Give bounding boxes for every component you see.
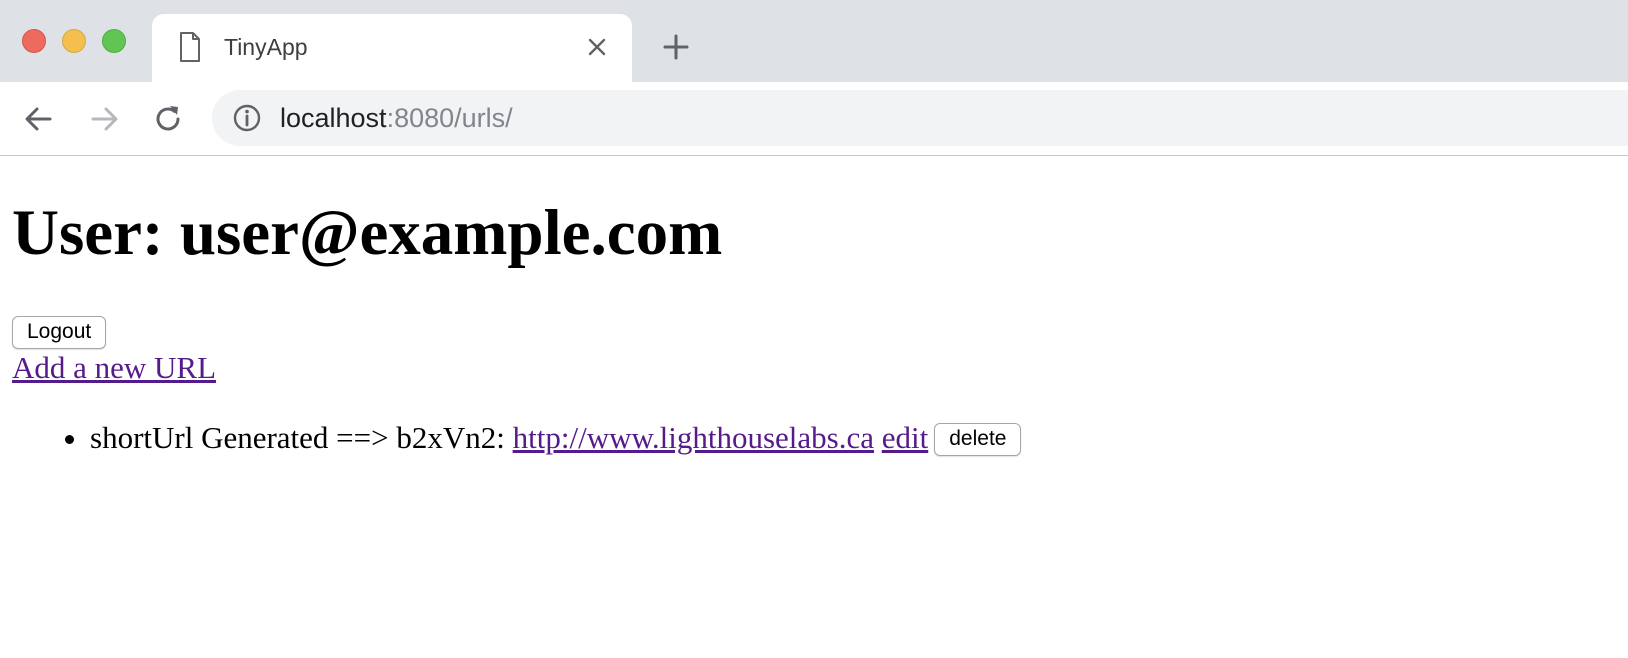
browser-tab-strip: TinyApp: [0, 0, 1628, 82]
long-url-link[interactable]: http://www.lighthouselabs.ca: [513, 420, 874, 455]
delete-button[interactable]: delete: [934, 423, 1022, 456]
edit-link[interactable]: edit: [882, 420, 929, 455]
short-url-label: shortUrl Generated ==> b2xVn2:: [90, 420, 513, 455]
window-minimize-button[interactable]: [62, 29, 86, 53]
back-arrow-icon[interactable]: [22, 102, 56, 136]
window-zoom-button[interactable]: [102, 29, 126, 53]
url-host: localhost: [280, 103, 387, 133]
window-close-button[interactable]: [22, 29, 46, 53]
browser-toolbar: localhost:8080/urls/: [0, 82, 1628, 156]
url-text[interactable]: localhost:8080/urls/: [280, 101, 513, 135]
url-list: shortUrl Generated ==> b2xVn2: http://ww…: [12, 420, 1612, 456]
reload-icon[interactable]: [151, 102, 185, 136]
plus-icon[interactable]: [663, 34, 689, 60]
document-icon: [180, 32, 200, 62]
add-new-url-link[interactable]: Add a new URL: [12, 350, 216, 386]
logout-form: Logout: [12, 316, 1612, 350]
page-content: User: user@example.com Logout Add a new …: [12, 156, 1612, 456]
page-title: User: user@example.com: [12, 197, 723, 269]
close-icon[interactable]: [586, 36, 608, 58]
logout-button[interactable]: Logout: [12, 316, 107, 349]
url-path: :8080/urls/: [386, 103, 513, 133]
address-bar[interactable]: localhost:8080/urls/: [212, 90, 1628, 146]
browser-tab-active[interactable]: TinyApp: [152, 14, 632, 82]
tab-title: TinyApp: [224, 34, 308, 60]
forward-arrow-icon[interactable]: [87, 102, 121, 136]
list-item: shortUrl Generated ==> b2xVn2: http://ww…: [90, 420, 1612, 456]
info-icon[interactable]: [232, 103, 262, 133]
